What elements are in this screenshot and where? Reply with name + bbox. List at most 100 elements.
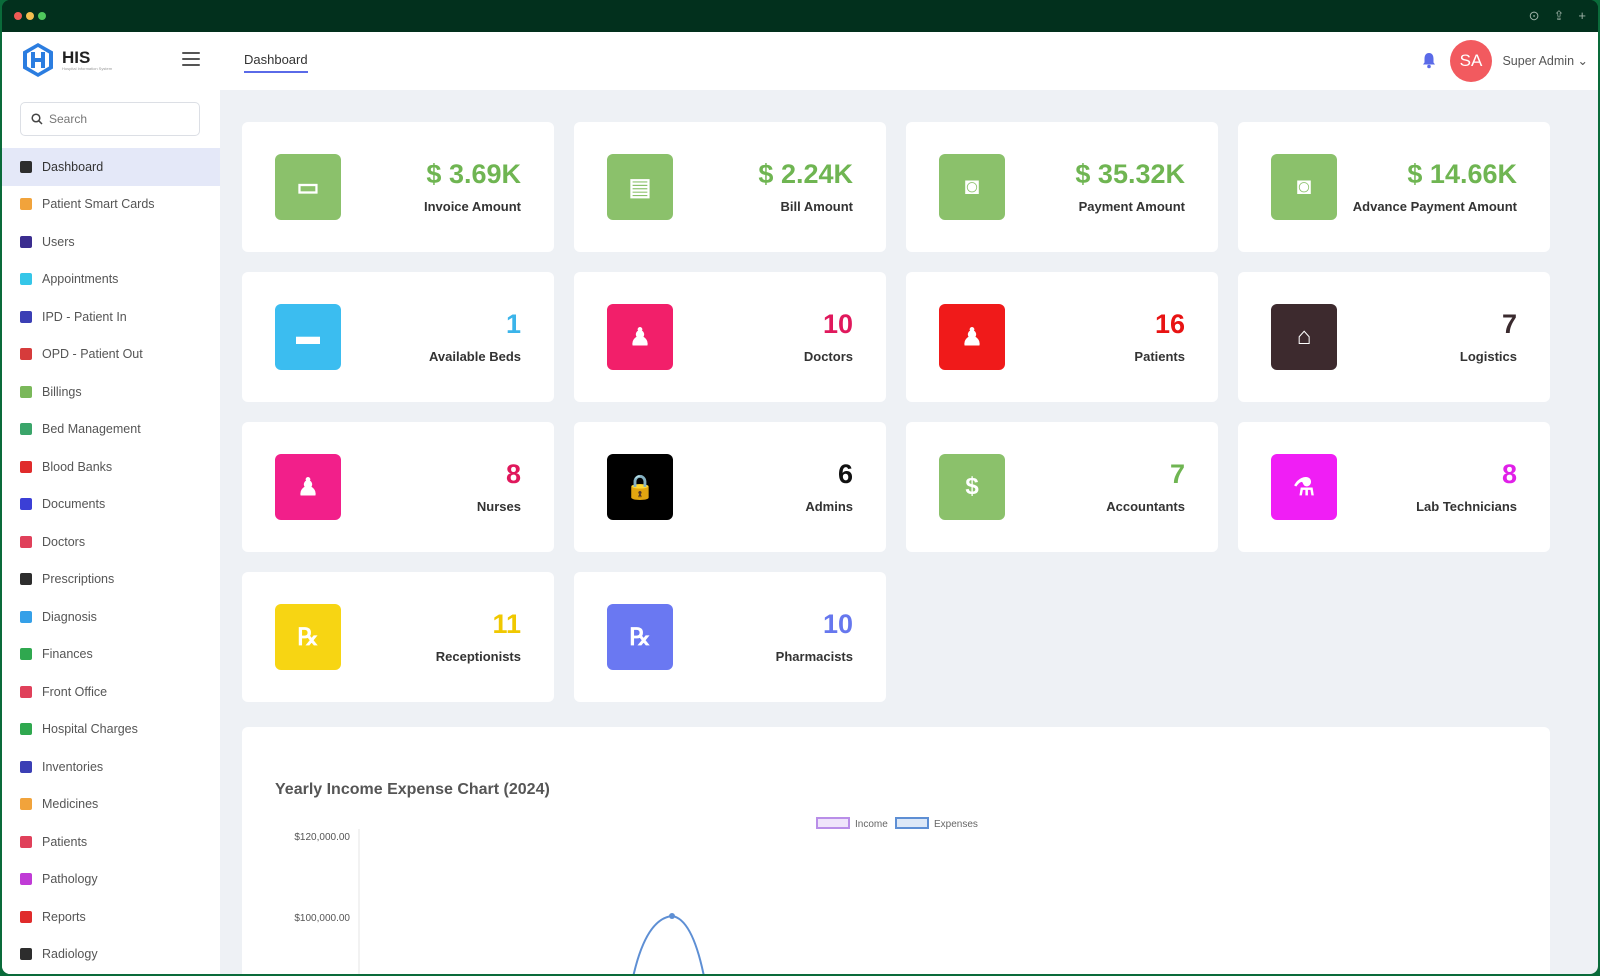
close-dot[interactable] (14, 12, 22, 20)
sidebar-item-billings[interactable]: Billings (2, 373, 220, 411)
invoice-icon: ▭ (275, 154, 341, 220)
stat-value: 1 (505, 309, 521, 339)
stat-label: Bill Amount (780, 199, 853, 214)
brand-tagline: Hospital Information System (62, 66, 113, 71)
stat-value: 8 (1501, 459, 1517, 489)
stat-card-receptionists[interactable]: ℞ 11 Receptionists (242, 572, 554, 702)
doctor-icon (20, 535, 32, 548)
stat-card-nurses[interactable]: ♟ 8 Nurses (242, 422, 554, 552)
stat-card-logistics[interactable]: ⌂ 7 Logistics (1238, 272, 1550, 402)
sidebar-item-label: Users (42, 234, 75, 249)
sidebar-item-label: Radiology (42, 947, 98, 962)
stat-card-admins[interactable]: 🔒 6 Admins (574, 422, 886, 552)
chart-legend: Income Expenses (816, 817, 978, 830)
expenses-series-line (632, 914, 705, 974)
browser-window: ⊙ ⇪ + HIS Hospital Information System Se… (2, 0, 1598, 974)
stat-label: Admins (805, 499, 853, 514)
stat-card-lab-technicians[interactable]: ⚗ 8 Lab Technicians (1238, 422, 1550, 552)
patient-icon: ♟ (939, 304, 1005, 370)
inventory-icon (20, 760, 32, 773)
stat-card-payment-amount[interactable]: ◙ $ 35.32K Payment Amount (906, 122, 1218, 252)
new-tab-icon[interactable]: + (1578, 8, 1586, 24)
search-input[interactable] (49, 112, 189, 126)
y-tick-label: $120,000.00 (294, 832, 350, 843)
stat-card-doctors[interactable]: ♟ 10 Doctors (574, 272, 886, 402)
sidebar-item-doctors[interactable]: Doctors (2, 523, 220, 561)
stat-card-available-beds[interactable]: ▬ 1 Available Beds (242, 272, 554, 402)
tab-dashboard[interactable]: Dashboard (244, 52, 308, 73)
sidebar-item-patient-smart-cards[interactable]: Patient Smart Cards (2, 186, 220, 224)
menu-toggle-icon[interactable] (182, 52, 200, 66)
bell-icon[interactable] (1420, 51, 1438, 69)
minimize-dot[interactable] (26, 12, 34, 20)
sidebar-item-dashboard[interactable]: Dashboard (2, 148, 220, 186)
income-expense-chart: Yearly Income Expense Chart (2024) Incom… (242, 727, 1550, 974)
stat-value: 10 (822, 309, 853, 339)
sidebar-item-prescriptions[interactable]: Prescriptions (2, 561, 220, 599)
maximize-dot[interactable] (38, 12, 46, 20)
stat-label: Patients (1134, 349, 1185, 364)
sidebar-item-reports[interactable]: Reports (2, 898, 220, 936)
stat-card-invoice-amount[interactable]: ▭ $ 3.69K Invoice Amount (242, 122, 554, 252)
dashboard-icon (20, 160, 32, 173)
sidebar-item-radiology[interactable]: Radiology (2, 936, 220, 974)
lock-icon: 🔒 (607, 454, 673, 520)
diagnosis-icon (20, 610, 32, 623)
sidebar-item-label: Patients (42, 834, 88, 849)
sidebar-item-label: Blood Banks (42, 459, 113, 474)
nurse-icon: ♟ (275, 454, 341, 520)
bill-icon (20, 385, 32, 398)
sidebar-item-finances[interactable]: Finances (2, 636, 220, 674)
download-icon[interactable]: ⊙ (1529, 8, 1540, 24)
chevron-down-icon: ⌄ (1577, 54, 1588, 68)
app: HIS Hospital Information System Dashboar… (2, 32, 1598, 974)
y-tick-label: $100,000.00 (294, 913, 350, 924)
document-icon (20, 498, 32, 511)
stat-card-advance-payment-amount[interactable]: ◙ $ 14.66K Advance Payment Amount (1238, 122, 1550, 252)
sidebar-item-label: Bed Management (42, 422, 141, 437)
stat-label: Lab Technicians (1416, 499, 1517, 514)
share-icon[interactable]: ⇪ (1554, 8, 1565, 24)
sidebar-item-label: Front Office (42, 684, 108, 699)
avatar[interactable]: SA (1450, 40, 1492, 82)
chart-svg: Income Expenses $120,000.00 $100,000.00 (294, 817, 978, 974)
sidebar-item-pathology[interactable]: Pathology (2, 861, 220, 899)
sidebar-item-patients[interactable]: Patients (2, 823, 220, 861)
sidebar-item-documents[interactable]: Documents (2, 486, 220, 524)
title-bar: ⊙ ⇪ + (2, 0, 1598, 32)
sidebar-item-ipd-patient-in[interactable]: IPD - Patient In (2, 298, 220, 336)
brand-logo[interactable]: HIS Hospital Information System (20, 42, 112, 78)
search-box[interactable] (20, 102, 200, 136)
stat-card-patients[interactable]: ♟ 16 Patients (906, 272, 1218, 402)
logistics-icon: ⌂ (1271, 304, 1337, 370)
stat-card-pharmacists[interactable]: ℞ 10 Pharmacists (574, 572, 886, 702)
sidebar-item-bed-management[interactable]: Bed Management (2, 411, 220, 449)
sidebar-item-diagnosis[interactable]: Diagnosis (2, 598, 220, 636)
sidebar-item-front-office[interactable]: Front Office (2, 673, 220, 711)
report-icon (20, 910, 32, 923)
sidebar-item-blood-banks[interactable]: Blood Banks (2, 448, 220, 486)
sidebar-item-inventories[interactable]: Inventories (2, 748, 220, 786)
sidebar-item-label: Pathology (42, 872, 98, 887)
stat-value: $ 35.32K (1075, 159, 1185, 189)
bill-icon: ▤ (607, 154, 673, 220)
stat-card-accountants[interactable]: $7 Accountants (906, 422, 1218, 552)
expenses-data-point (669, 913, 675, 919)
user-menu[interactable]: Super Admin ⌄ (1502, 53, 1588, 68)
stat-label: Doctors (803, 349, 853, 364)
sidebar-item-hospital-charges[interactable]: Hospital Charges (2, 711, 220, 749)
stat-label: Payment Amount (1078, 199, 1185, 214)
sidebar-item-medicines[interactable]: Medicines (2, 786, 220, 824)
stat-value: $ 2.24K (758, 159, 853, 189)
sidebar-item-opd-patient-out[interactable]: OPD - Patient Out (2, 336, 220, 374)
stat-value: 8 (505, 459, 521, 489)
flask-icon (20, 873, 32, 886)
sidebar-item-label: Medicines (42, 797, 99, 812)
accountant-icon: $ (939, 454, 1005, 520)
sidebar-item-users[interactable]: Users (2, 223, 220, 261)
money-icon (20, 648, 32, 661)
stat-label: Receptionists (435, 649, 521, 664)
stat-card-bill-amount[interactable]: ▤ $ 2.24K Bill Amount (574, 122, 886, 252)
sidebar-item-appointments[interactable]: Appointments (2, 261, 220, 299)
user-name: Super Admin (1502, 54, 1575, 68)
